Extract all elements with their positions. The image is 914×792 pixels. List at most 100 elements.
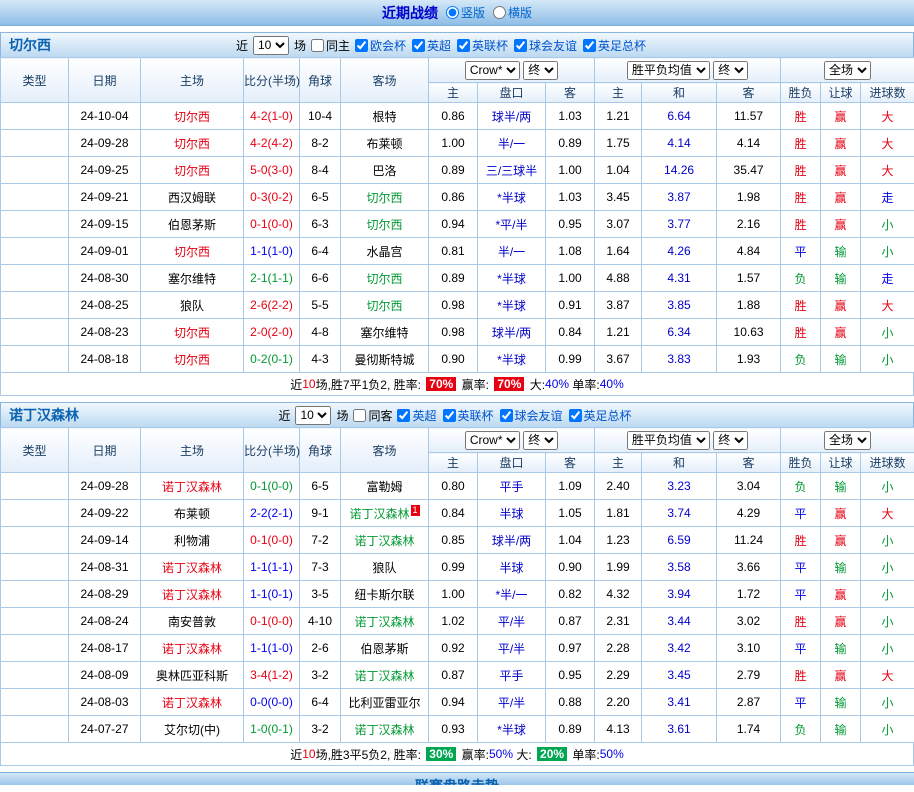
europe-odds-select[interactable]: 胜平负均值	[627, 61, 710, 80]
league-filter-checkbox[interactable]	[514, 39, 527, 52]
scope-select[interactable]: 全场	[824, 431, 871, 450]
away-team[interactable]: 诺丁汉森林	[341, 662, 429, 689]
home-team[interactable]: 切尔西	[141, 319, 244, 346]
team-section-chelsea: 切尔西 近 10 场 同主 欧会杯 英超	[0, 32, 914, 396]
home-team[interactable]: 诺丁汉森林	[141, 689, 244, 716]
home-team[interactable]: 艾尔切(中)	[141, 716, 244, 743]
league-filter-checkbox[interactable]	[583, 39, 596, 52]
odds-company-select[interactable]: Crow*	[465, 431, 520, 450]
home-team[interactable]: 切尔西	[141, 103, 244, 130]
home-team[interactable]: 诺丁汉森林	[141, 635, 244, 662]
odds-company-select[interactable]: Crow*	[465, 61, 520, 80]
away-team[interactable]: 比利亚雷亚尔	[341, 689, 429, 716]
europe-stage-select[interactable]: 终	[713, 61, 748, 80]
layout-vertical-option[interactable]: 竖版	[446, 4, 485, 21]
score: 1-1(1-0)	[244, 238, 300, 265]
col-away: 客场	[341, 58, 429, 103]
home-team[interactable]: 布莱顿	[141, 500, 244, 527]
scope-select[interactable]: 全场	[824, 61, 871, 80]
away-team[interactable]: 诺丁汉森林1	[341, 500, 429, 527]
asia-handicap: *半球	[478, 265, 546, 292]
league-filter-option[interactable]: 英足总杯	[569, 407, 632, 424]
away-team[interactable]: 伯恩茅斯	[341, 635, 429, 662]
home-team[interactable]: 西汉姆联	[141, 184, 244, 211]
home-team[interactable]: 奥林匹亚科斯	[141, 662, 244, 689]
subcol-handicap-result: 让球	[821, 83, 861, 103]
away-team[interactable]: 切尔西	[341, 184, 429, 211]
home-team[interactable]: 狼队	[141, 292, 244, 319]
same-venue-checkbox[interactable]	[311, 39, 324, 52]
away-team[interactable]: 富勒姆	[341, 473, 429, 500]
asia-home-odds: 1.02	[429, 608, 478, 635]
europe-odds-select[interactable]: 胜平负均值	[627, 431, 710, 450]
league-filter-checkbox[interactable]	[457, 39, 470, 52]
away-team[interactable]: 布莱顿	[341, 130, 429, 157]
odds-stage-select[interactable]: 终	[523, 61, 558, 80]
league-filter-option[interactable]: 英足总杯	[583, 37, 646, 54]
euro-away-odds: 35.47	[717, 157, 781, 184]
home-team[interactable]: 切尔西	[141, 346, 244, 373]
home-team[interactable]: 南安普敦	[141, 608, 244, 635]
euro-away-odds: 1.57	[717, 265, 781, 292]
away-team[interactable]: 纽卡斯尔联	[341, 581, 429, 608]
corner-score: 4-10	[300, 608, 341, 635]
away-team[interactable]: 曼彻斯特城	[341, 346, 429, 373]
home-team[interactable]: 切尔西	[141, 130, 244, 157]
league-filter-option[interactable]: 英超	[412, 37, 451, 54]
away-team[interactable]: 诺丁汉森林	[341, 527, 429, 554]
away-team[interactable]: 根特	[341, 103, 429, 130]
europe-stage-select[interactable]: 终	[713, 431, 748, 450]
result-cell: 胜	[781, 130, 821, 157]
league-filter-checkbox[interactable]	[569, 409, 582, 422]
home-team[interactable]: 切尔西	[141, 157, 244, 184]
match-date: 24-09-01	[69, 238, 141, 265]
away-team[interactable]: 切尔西	[341, 211, 429, 238]
league-filter-option[interactable]: 欧会杯	[355, 37, 406, 54]
away-team[interactable]: 塞尔维特	[341, 319, 429, 346]
layout-horizontal-label: 横版	[508, 4, 532, 21]
away-team[interactable]: 切尔西	[341, 292, 429, 319]
away-team[interactable]: 切尔西	[341, 265, 429, 292]
euro-home-odds: 1.75	[595, 130, 642, 157]
same-venue-option[interactable]: 同主	[311, 37, 350, 54]
layout-horizontal-option[interactable]: 横版	[493, 4, 532, 21]
league-filter-option[interactable]: 英联杯	[443, 407, 494, 424]
games-count-select[interactable]: 10	[295, 406, 331, 425]
away-team[interactable]: 水晶宫	[341, 238, 429, 265]
asia-away-odds: 0.95	[546, 662, 595, 689]
league-filter-option[interactable]: 英超	[397, 407, 436, 424]
league-filter-option[interactable]: 英联杯	[457, 37, 508, 54]
league-filter-checkbox[interactable]	[500, 409, 513, 422]
handicap-result-cell: 输	[821, 473, 861, 500]
games-count-select[interactable]: 10	[253, 36, 289, 55]
league-filter-checkbox[interactable]	[443, 409, 456, 422]
away-team[interactable]: 巴洛	[341, 157, 429, 184]
layout-vertical-radio[interactable]	[446, 6, 459, 19]
home-team[interactable]: 诺丁汉森林	[141, 473, 244, 500]
euro-home-odds: 3.87	[595, 292, 642, 319]
same-venue-checkbox[interactable]	[353, 409, 366, 422]
home-team[interactable]: 伯恩茅斯	[141, 211, 244, 238]
league-filter-checkbox[interactable]	[397, 409, 410, 422]
away-team[interactable]: 诺丁汉森林	[341, 608, 429, 635]
league-filter-option[interactable]: 球会友谊	[500, 407, 563, 424]
away-team[interactable]: 狼队	[341, 554, 429, 581]
euro-draw-odds: 3.74	[642, 500, 717, 527]
next-section-header-clipped: 联赛盘路走势	[0, 772, 914, 785]
layout-horizontal-radio[interactable]	[493, 6, 506, 19]
away-team[interactable]: 诺丁汉森林	[341, 716, 429, 743]
league-filter-option[interactable]: 球会友谊	[514, 37, 577, 54]
euro-home-odds: 1.21	[595, 103, 642, 130]
away-team-name: 诺丁汉森林	[354, 669, 414, 683]
home-team[interactable]: 切尔西	[141, 238, 244, 265]
home-team[interactable]: 诺丁汉森林	[141, 554, 244, 581]
odds-stage-select[interactable]: 终	[523, 431, 558, 450]
home-team[interactable]: 塞尔维特	[141, 265, 244, 292]
same-venue-option[interactable]: 同客	[353, 407, 392, 424]
league-type-badge: 欧会杯	[1, 103, 69, 130]
league-filter-checkbox[interactable]	[355, 39, 368, 52]
league-filter-checkbox[interactable]	[412, 39, 425, 52]
asia-away-odds: 0.97	[546, 635, 595, 662]
home-team[interactable]: 利物浦	[141, 527, 244, 554]
home-team[interactable]: 诺丁汉森林	[141, 581, 244, 608]
